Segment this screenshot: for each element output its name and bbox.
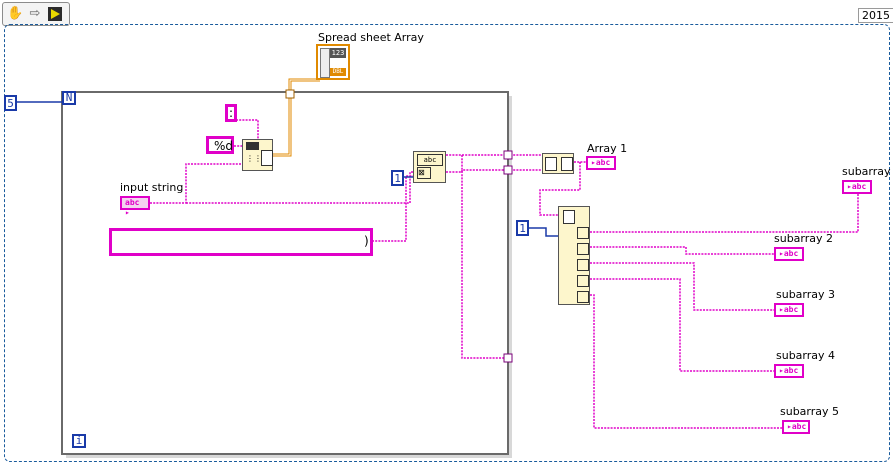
delimiter-constant[interactable]: : (225, 104, 237, 122)
numeric-type-icon: 123 (330, 48, 346, 58)
dbl-type-icon: DBL (330, 68, 346, 76)
subarray-3-indicator: ▸abc (774, 303, 804, 317)
format-string-constant[interactable]: %d (206, 136, 234, 154)
subarray-5-label: subarray 5 (780, 405, 840, 418)
subarray-3-label: subarray 3 (776, 288, 836, 301)
spreadsheet-array-indicator[interactable]: 123 DBL (316, 44, 350, 80)
tunnel-2 (503, 165, 513, 175)
index-constant-2[interactable]: 1 (516, 220, 529, 236)
long-string-constant[interactable]: ) (109, 228, 373, 256)
subarray-2-label: subarray 2 (774, 232, 834, 245)
tunnel-3 (503, 353, 513, 363)
search-split-string-node[interactable]: abc ⊠ (413, 151, 446, 183)
subarray-4-label: subarray 4 (776, 349, 836, 362)
index-array-node[interactable] (558, 206, 590, 305)
subarray-4-indicator: ▸abc (774, 364, 804, 378)
for-loop-frame (61, 91, 509, 455)
build-array-node[interactable] (542, 153, 574, 174)
loop-count-terminal: N (62, 91, 76, 105)
subarray-2-indicator: ▸abc (774, 247, 804, 261)
loop-count-constant[interactable]: 5 (4, 95, 17, 111)
index-constant-1[interactable]: 1 (391, 170, 404, 186)
spreadsheet-array-label: Spread sheet Array (318, 31, 424, 44)
array-1-label: Array 1 (587, 142, 628, 155)
input-string-label: input string (120, 181, 184, 194)
spreadsheet-to-array-node[interactable]: ⋮⋮ (242, 139, 273, 171)
subarray-indicator: ▸abc (842, 180, 872, 194)
loop-iteration-terminal: i (72, 434, 86, 448)
tunnel-dbl (285, 89, 295, 99)
array-index-icon (320, 48, 330, 78)
subarray-5-indicator: ▸abc (782, 420, 810, 434)
array-1-indicator: ▸abc (586, 156, 616, 170)
subarray-label: subarray (842, 165, 891, 178)
input-string-control[interactable]: abc ▸ (120, 196, 150, 217)
tunnel-1 (503, 150, 513, 160)
